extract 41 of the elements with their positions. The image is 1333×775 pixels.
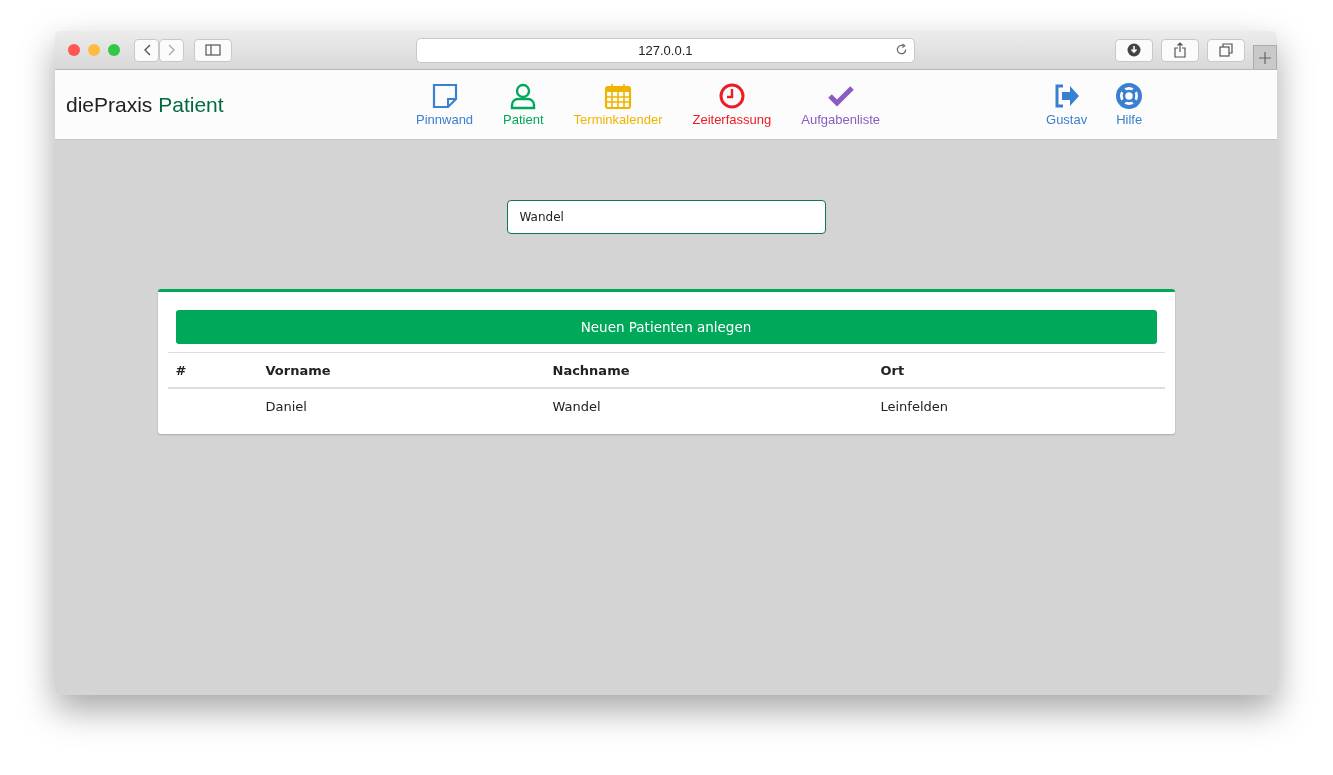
column-header: Ort	[880, 363, 905, 378]
person-icon	[509, 82, 538, 110]
forward-button[interactable]	[159, 38, 184, 62]
share-icon	[1174, 42, 1186, 58]
nav-link[interactable]: Zeiterfassung	[692, 82, 772, 127]
sidebar-icon	[204, 44, 221, 56]
minimize-button[interactable]	[88, 44, 100, 56]
help-icon	[1115, 82, 1144, 110]
nav-link[interactable]: Patient	[503, 82, 544, 127]
nav-link[interactable]: Gustav	[1046, 82, 1088, 127]
plus-icon	[1259, 51, 1271, 64]
tabs-icon	[1219, 43, 1233, 57]
sidebar-button[interactable]	[194, 38, 232, 62]
table-cell: Wandel	[552, 399, 601, 414]
table-cell: Leinfelden	[880, 399, 949, 414]
new-tab-button[interactable]	[1253, 45, 1277, 69]
calendar-icon	[604, 82, 633, 110]
share-button[interactable]	[1161, 38, 1199, 62]
maximize-button[interactable]	[108, 44, 120, 56]
chevron-right-icon	[167, 44, 176, 56]
url-text: 127.0.0.1	[638, 42, 693, 58]
close-button[interactable]	[68, 44, 80, 56]
table-cell: Daniel	[265, 399, 307, 414]
download-button[interactable]	[1115, 38, 1153, 62]
column-header: Vorname	[265, 363, 331, 378]
download-icon	[1127, 43, 1141, 57]
chevron-left-icon	[142, 44, 151, 56]
reload-icon[interactable]	[895, 42, 908, 56]
app-logo[interactable]: diePraxis Patient	[66, 92, 416, 117]
tabs-button[interactable]	[1207, 38, 1245, 62]
back-button[interactable]	[134, 38, 159, 62]
new-patient-button[interactable]: Neuen Patienten anlegen	[175, 310, 1157, 344]
note-icon	[430, 82, 459, 110]
nav-link[interactable]: Pinnwand	[416, 82, 474, 127]
address-bar[interactable]: 127.0.0.1	[415, 37, 915, 63]
column-header: #	[175, 363, 187, 378]
column-header: Nachname	[552, 363, 630, 378]
nav-link[interactable]: Hilfe	[1115, 82, 1144, 127]
search-field[interactable]: Wandel	[506, 200, 826, 234]
clock-icon	[717, 82, 746, 110]
nav-link[interactable]: Aufgabenliste	[801, 82, 880, 127]
